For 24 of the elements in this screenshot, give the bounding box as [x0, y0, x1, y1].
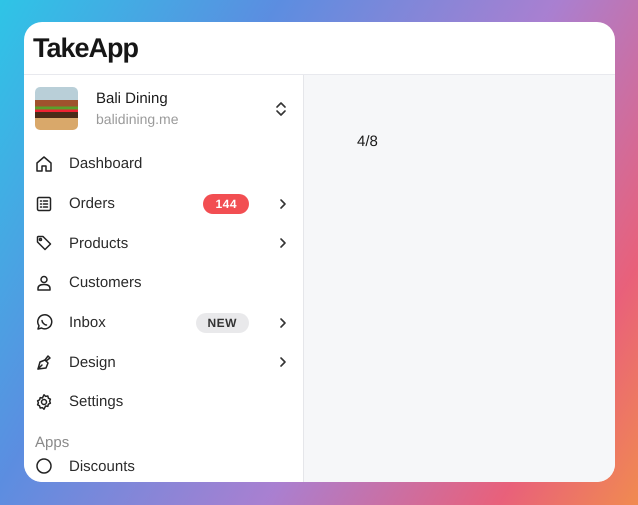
- section-heading: Apps: [35, 434, 70, 451]
- updown-chevron-icon[interactable]: [275, 100, 287, 116]
- nav-item[interactable]: Design: [35, 342, 287, 382]
- chat-bubble-icon: [35, 314, 53, 332]
- home-icon: [35, 154, 53, 173]
- nav-item[interactable]: Inbox NEW: [35, 302, 287, 342]
- nav-item[interactable]: Settings: [35, 382, 287, 422]
- nav-item[interactable]: Discounts: [35, 450, 287, 482]
- list-icon: [35, 194, 53, 213]
- person-icon: [35, 274, 53, 292]
- store-name: Bali Dining: [96, 90, 169, 107]
- pen-nib-icon: [35, 353, 53, 372]
- store-domain: balidining.me: [96, 111, 180, 127]
- new-badge: NEW: [196, 312, 249, 333]
- count-badge: 144: [203, 194, 249, 214]
- nav-item[interactable]: Dashboard: [35, 144, 287, 184]
- page-counter: 4/8: [357, 133, 378, 150]
- nav-item[interactable]: Orders 144: [35, 184, 287, 224]
- tag-icon: [35, 234, 53, 252]
- settings-icon: [35, 392, 53, 411]
- logo: TakeApp: [33, 32, 138, 64]
- nav-item[interactable]: Customers: [35, 263, 287, 303]
- photo-placeholder: [35, 87, 78, 130]
- nav-item[interactable]: Products: [35, 223, 287, 264]
